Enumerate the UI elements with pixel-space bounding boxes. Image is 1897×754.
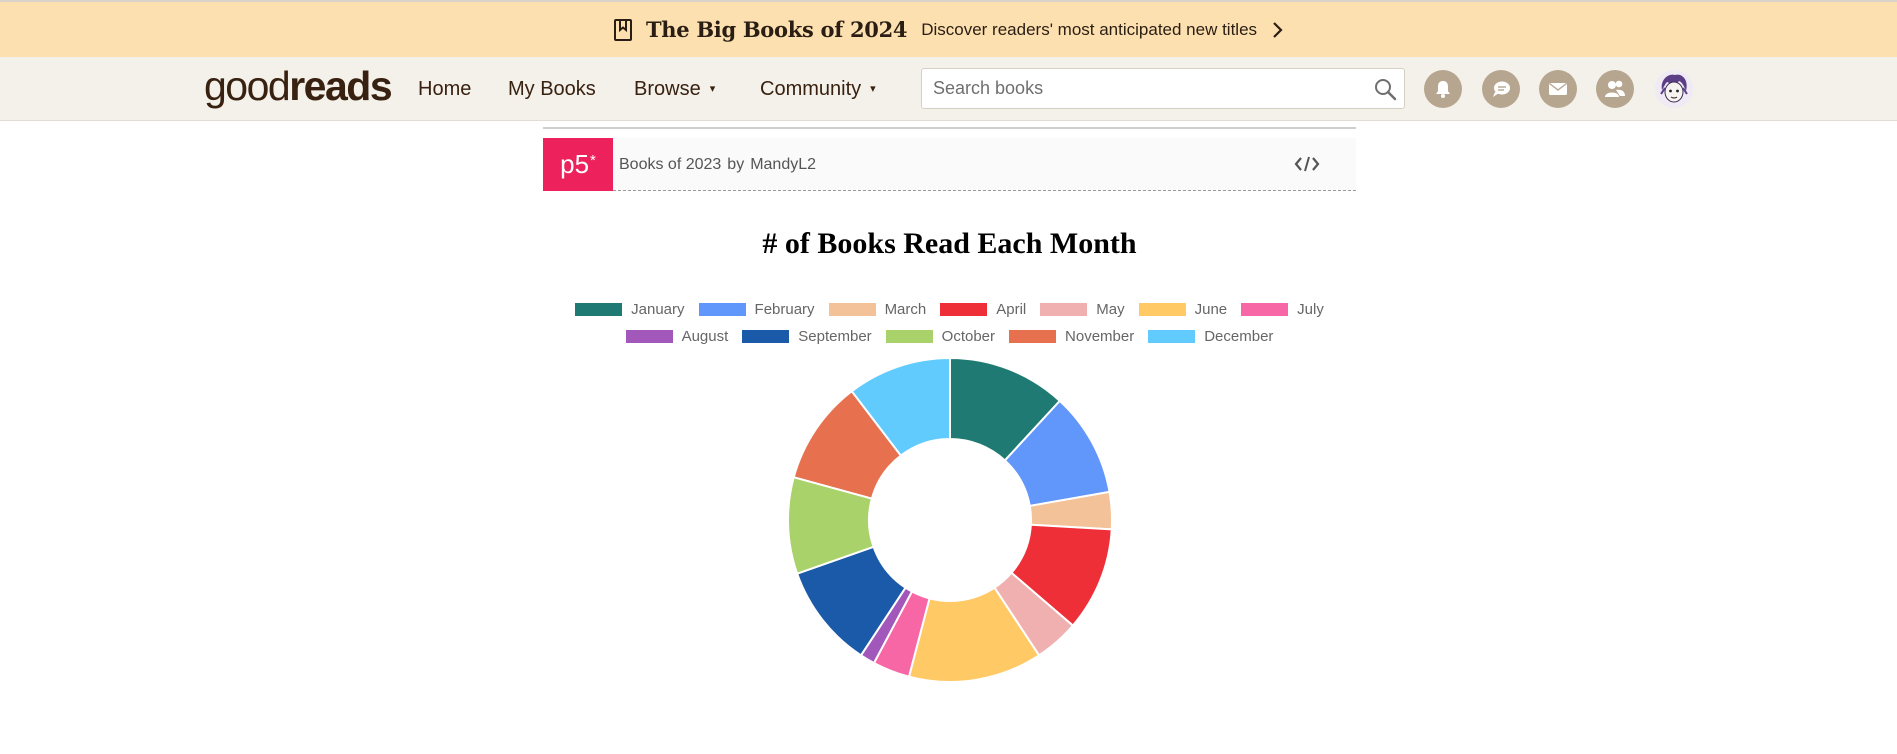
notifications-icon[interactable] <box>1424 70 1462 108</box>
legend-label: May <box>1096 301 1125 318</box>
legend-label: November <box>1065 328 1135 345</box>
legend-swatch <box>885 330 933 343</box>
search-box <box>921 68 1405 109</box>
legend-label: June <box>1194 301 1228 318</box>
legend-item[interactable]: November <box>1009 328 1134 345</box>
p5-logo[interactable]: p5 * <box>543 138 613 191</box>
legend-swatch <box>742 330 790 343</box>
chart-title: # of Books Read Each Month <box>762 227 1137 260</box>
sketch-title[interactable]: Books of 2023 <box>619 156 721 174</box>
chevron-right-icon[interactable] <box>1271 21 1283 39</box>
sketch-author[interactable]: MandyL2 <box>750 156 816 174</box>
legend-swatch <box>1009 330 1057 343</box>
legend-swatch <box>1138 303 1186 316</box>
legend-label: April <box>996 301 1027 318</box>
legend-item[interactable]: December <box>1148 328 1273 345</box>
legend-label: August <box>681 328 729 345</box>
legend-swatch <box>940 303 988 316</box>
nav-home[interactable]: Home <box>418 57 471 121</box>
legend-swatch <box>1148 330 1196 343</box>
discussions-icon[interactable] <box>1482 70 1520 108</box>
sketch-by: by <box>727 155 745 173</box>
legend-item[interactable]: January <box>575 301 685 318</box>
code-icon[interactable] <box>1294 154 1320 174</box>
legend-item[interactable]: June <box>1138 301 1228 318</box>
search-input[interactable] <box>922 69 1362 108</box>
legend-item[interactable]: September <box>742 328 872 345</box>
bookmark-book-icon <box>613 18 632 41</box>
legend-item[interactable]: March <box>828 301 927 318</box>
nav-my-books[interactable]: My Books <box>508 57 596 121</box>
legend-swatch <box>828 303 876 316</box>
nav-browse[interactable]: Browse ▾ <box>634 57 715 121</box>
nav-community[interactable]: Community ▾ <box>760 57 876 121</box>
legend-swatch <box>698 303 746 316</box>
promo-banner[interactable]: The Big Books of 2024 Discover readers' … <box>0 0 1897 57</box>
search-icon[interactable] <box>1373 77 1397 101</box>
promo-title[interactable]: The Big Books of 2024 <box>646 17 908 42</box>
legend-label: July <box>1297 301 1324 318</box>
divider <box>543 127 1356 129</box>
legend-swatch <box>625 330 673 343</box>
legend-label: January <box>631 301 685 318</box>
friends-icon[interactable] <box>1596 70 1634 108</box>
legend-item[interactable]: October <box>885 328 996 345</box>
legend-label: March <box>884 301 927 318</box>
legend-swatch <box>1040 303 1088 316</box>
promo-subtitle[interactable]: Discover readers' most anticipated new t… <box>921 20 1257 40</box>
legend-item[interactable]: July <box>1241 301 1324 318</box>
sketch-bar: p5 * Books of 2023 by MandyL2 <box>543 138 1356 191</box>
legend-swatch <box>1241 303 1289 316</box>
community-caret-icon: ▾ <box>870 82 876 95</box>
donut-chart <box>787 356 1113 683</box>
goodreads-logo[interactable]: goodreads <box>204 66 393 107</box>
legend-item[interactable]: April <box>940 301 1026 318</box>
legend-item[interactable]: August <box>625 328 729 345</box>
browse-caret-icon: ▾ <box>709 82 716 95</box>
avatar[interactable] <box>1655 70 1693 108</box>
legend-swatch <box>575 303 623 316</box>
legend-label: December <box>1204 328 1274 345</box>
legend-label: October <box>941 328 996 345</box>
site-header: goodreads Home My Books Browse ▾ Communit… <box>0 57 1897 121</box>
legend-label: September <box>798 328 872 345</box>
legend-label: February <box>754 301 815 318</box>
chart-legend: January February March April May June July Aug… <box>543 296 1356 350</box>
legend-item[interactable]: February <box>698 301 815 318</box>
legend-item[interactable]: May <box>1040 301 1125 318</box>
messages-icon[interactable] <box>1539 70 1577 108</box>
